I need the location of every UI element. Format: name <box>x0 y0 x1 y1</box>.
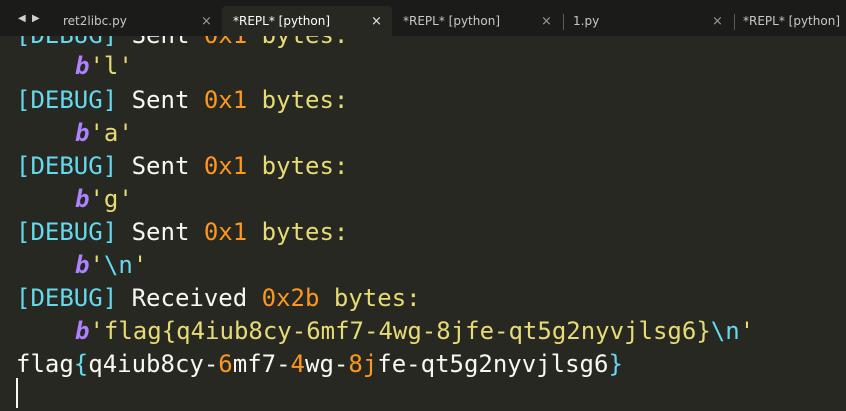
close-icon[interactable]: × <box>541 6 552 36</box>
tab-label: *REPL* [python] <box>403 14 500 28</box>
tab-label: *REPL* [python] <box>233 14 330 28</box>
tab-scroll-left-icon[interactable]: ◀ <box>18 0 26 36</box>
flag-output-line: flag{q4iub8cy-6mf7-4wg-8jfe-qt5g2nyvjlsg… <box>16 350 623 378</box>
log-payload-line: b'l' <box>75 52 133 80</box>
close-icon[interactable]: × <box>712 6 723 36</box>
log-payload-line: b'flag{q4iub8cy-6mf7-4wg-8jfe-qt5g2nyvjl… <box>75 317 755 345</box>
tab-label: 1.py <box>573 14 600 28</box>
editor-window: ◀ ▶ ret2libc.py × *REPL* [python] × *REP… <box>0 0 846 411</box>
repl-output[interactable]: [DEBUG] Sent 0x1 bytes: b'l' [DEBUG] Sen… <box>0 36 846 411</box>
tab-bar: ◀ ▶ ret2libc.py × *REPL* [python] × *REP… <box>0 0 846 36</box>
log-line: [DEBUG] Sent 0x1 bytes: <box>16 218 349 246</box>
log-line: [DEBUG] Sent 0x1 bytes: <box>16 36 348 52</box>
log-payload-line: b'a' <box>75 119 133 147</box>
tab-label: *REPL* [python] <box>743 14 840 28</box>
log-payload-line: b'\n' <box>75 251 148 279</box>
tab-repl-python-active[interactable]: *REPL* [python] × <box>222 6 392 36</box>
tab-label: ret2libc.py <box>63 14 127 28</box>
tab-1-py[interactable]: 1.py × <box>564 6 734 36</box>
close-icon[interactable]: × <box>371 6 382 36</box>
tab-ret2libc[interactable]: ret2libc.py × <box>48 6 220 36</box>
tab-repl-python-2[interactable]: *REPL* [python] × <box>392 6 562 36</box>
log-line: [DEBUG] Received 0x2b bytes: <box>16 284 421 312</box>
log-line: [DEBUG] Sent 0x1 bytes: <box>16 86 349 114</box>
tab-repl-python-3[interactable]: *REPL* [python] <box>735 6 846 36</box>
tab-scroll-right-icon[interactable]: ▶ <box>32 0 40 36</box>
log-line: [DEBUG] Sent 0x1 bytes: <box>16 152 349 180</box>
close-icon[interactable]: × <box>201 6 212 36</box>
text-cursor <box>16 378 18 408</box>
log-payload-line: b'g' <box>75 185 133 213</box>
